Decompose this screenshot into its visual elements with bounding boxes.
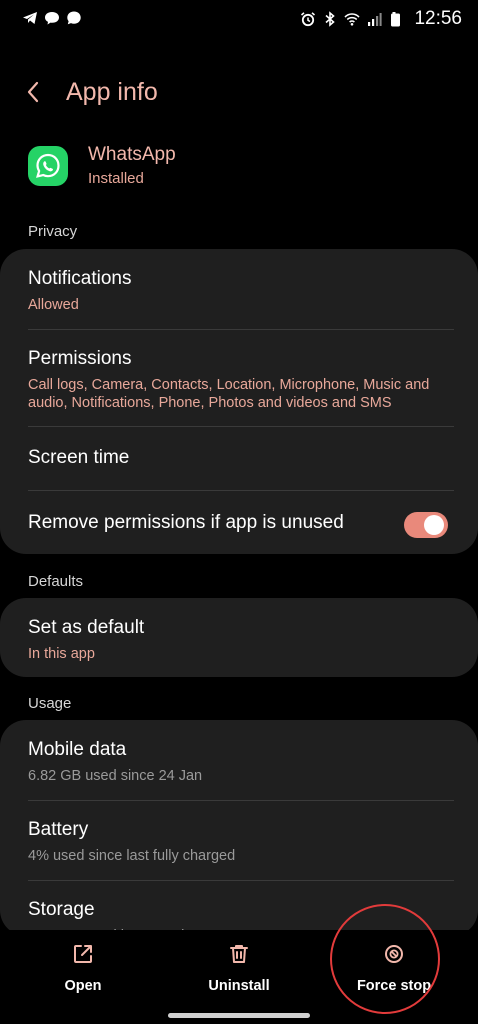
- permissions-list: Call logs, Camera, Contacts, Location, M…: [28, 377, 430, 411]
- mobile-data-item[interactable]: Mobile data 6.82 GB used since 24 Jan: [0, 720, 478, 800]
- battery-item[interactable]: Battery 4% used since last fully charged: [0, 800, 478, 880]
- force-stop-label: Force stop: [356, 978, 432, 994]
- force-stop-button[interactable]: Force stop: [334, 942, 454, 994]
- open-label: Open: [64, 978, 102, 994]
- set-as-default-item[interactable]: Set as default In this app: [0, 598, 478, 677]
- telegram-icon: [22, 10, 38, 26]
- clock-time: 12:56: [414, 8, 462, 29]
- alarm-icon: [300, 11, 316, 27]
- storage-title: Storage: [28, 899, 95, 920]
- trash-icon: [230, 945, 248, 963]
- notifications-title: Notifications: [28, 268, 132, 289]
- screen-time-title: Screen time: [28, 447, 130, 468]
- app-bar: App info: [24, 72, 158, 112]
- set-as-default-title: Set as default: [28, 617, 145, 638]
- storage-item[interactable]: Storage 0.95 GB used in Internal storage: [0, 880, 478, 936]
- uninstall-button[interactable]: Uninstall: [179, 942, 299, 994]
- set-as-default-sub: In this app: [28, 646, 95, 662]
- remove-permissions-toggle[interactable]: [404, 512, 448, 538]
- whatsapp-icon: [28, 145, 68, 186]
- page-title: App info: [66, 77, 158, 106]
- privacy-card: Notifications Allowed Permissions Call l…: [0, 249, 478, 554]
- battery-sub: 4% used since last fully charged: [28, 848, 236, 864]
- section-label-privacy: Privacy: [28, 223, 78, 240]
- status-bar: 12:56: [0, 0, 478, 40]
- bluetooth-icon: [322, 11, 338, 27]
- chat-bubble-icon: [66, 10, 82, 26]
- notification-icons: [22, 10, 82, 26]
- chevron-left-icon: [27, 81, 39, 103]
- notifications-status: Allowed: [28, 297, 79, 313]
- battery-icon: [388, 11, 404, 27]
- permissions-title: Permissions: [28, 348, 132, 369]
- app-identity: WhatsApp Installed: [28, 144, 176, 187]
- defaults-card: Set as default In this app: [0, 598, 478, 677]
- wifi-icon: [344, 11, 361, 27]
- open-external-icon: [74, 945, 92, 963]
- mobile-data-title: Mobile data: [28, 739, 127, 760]
- permissions-item[interactable]: Permissions Call logs, Camera, Contacts,…: [0, 329, 478, 426]
- notifications-item[interactable]: Notifications Allowed: [0, 249, 478, 329]
- bottom-action-bar: Open Uninstall Force stop: [0, 930, 478, 1024]
- open-button[interactable]: Open: [23, 942, 143, 994]
- screen-time-item[interactable]: Screen time: [0, 426, 478, 490]
- section-label-defaults: Defaults: [28, 573, 84, 590]
- uninstall-label: Uninstall: [208, 978, 270, 994]
- system-status-icons: 12:56: [300, 8, 462, 30]
- signal-icon: [366, 11, 383, 27]
- back-button[interactable]: [24, 74, 52, 110]
- section-label-usage: Usage: [28, 695, 72, 712]
- remove-permissions-item[interactable]: Remove permissions if app is unused: [0, 490, 478, 554]
- block-icon: [385, 945, 403, 963]
- mobile-data-sub: 6.82 GB used since 24 Jan: [28, 768, 203, 784]
- usage-card: Mobile data 6.82 GB used since 24 Jan Ba…: [0, 720, 478, 936]
- app-install-status: Installed: [88, 170, 144, 187]
- app-name: WhatsApp: [88, 144, 176, 165]
- message-bubble-icon: [44, 10, 60, 26]
- battery-title: Battery: [28, 819, 89, 840]
- gesture-nav-handle[interactable]: [168, 1013, 310, 1018]
- toggle-knob: [424, 515, 444, 535]
- remove-permissions-title: Remove permissions if app is unused: [28, 512, 344, 533]
